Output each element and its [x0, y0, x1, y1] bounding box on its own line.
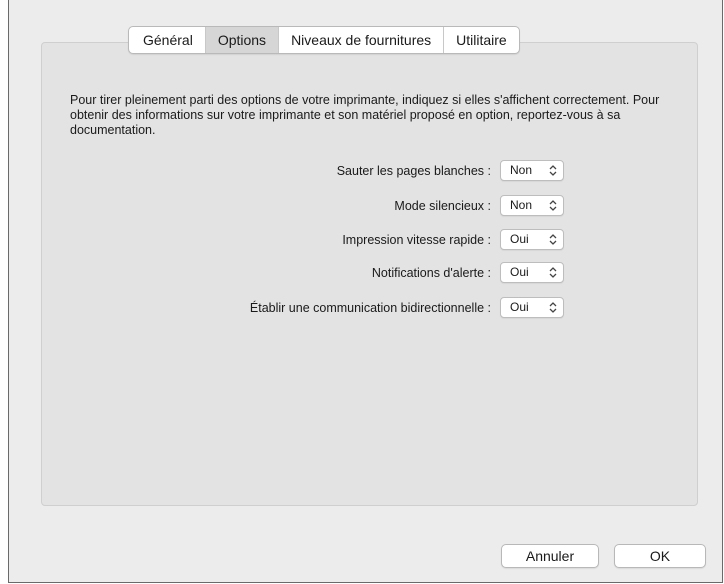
- tab-bar: Général Options Niveaux de fournitures U…: [128, 26, 520, 54]
- up-down-chevron-icon: [549, 234, 557, 245]
- options-description: Pour tirer pleinement parti des options …: [70, 93, 660, 137]
- option-label: Mode silencieux :: [394, 199, 491, 213]
- tab-utility[interactable]: Utilitaire: [443, 27, 519, 53]
- silent-mode-select[interactable]: Non: [500, 195, 564, 216]
- high-speed-printing-select[interactable]: Oui: [500, 229, 564, 250]
- tab-options[interactable]: Options: [204, 27, 279, 53]
- select-value: Oui: [510, 300, 529, 314]
- bidirectional-communication-select[interactable]: Oui: [500, 297, 564, 318]
- option-label: Notifications d'alerte :: [371, 266, 491, 280]
- up-down-chevron-icon: [549, 267, 557, 278]
- option-label: Impression vitesse rapide :: [342, 233, 491, 247]
- select-value: Oui: [510, 232, 529, 246]
- option-row-skip-blank-pages: Sauter les pages blanches : Non: [0, 160, 724, 182]
- up-down-chevron-icon: [549, 165, 557, 176]
- option-row-alert-notifications: Notifications d'alerte : Oui: [0, 262, 724, 284]
- alert-notifications-select[interactable]: Oui: [500, 262, 564, 283]
- option-row-silent-mode: Mode silencieux : Non: [0, 195, 724, 217]
- select-value: Non: [510, 198, 533, 212]
- ok-button[interactable]: OK: [614, 544, 706, 568]
- option-row-high-speed-printing: Impression vitesse rapide : Oui: [0, 229, 724, 251]
- up-down-chevron-icon: [549, 302, 557, 313]
- select-value: Non: [510, 163, 533, 177]
- select-value: Oui: [510, 265, 529, 279]
- tab-general[interactable]: Général: [129, 27, 205, 53]
- option-label: Sauter les pages blanches :: [336, 164, 491, 178]
- cancel-button[interactable]: Annuler: [501, 544, 599, 568]
- tab-supply-levels[interactable]: Niveaux de fournitures: [278, 27, 443, 53]
- option-row-bidirectional-communication: Établir une communication bidirectionnel…: [0, 297, 724, 319]
- skip-blank-pages-select[interactable]: Non: [500, 160, 564, 181]
- up-down-chevron-icon: [549, 200, 557, 211]
- option-label: Établir une communication bidirectionnel…: [249, 301, 491, 315]
